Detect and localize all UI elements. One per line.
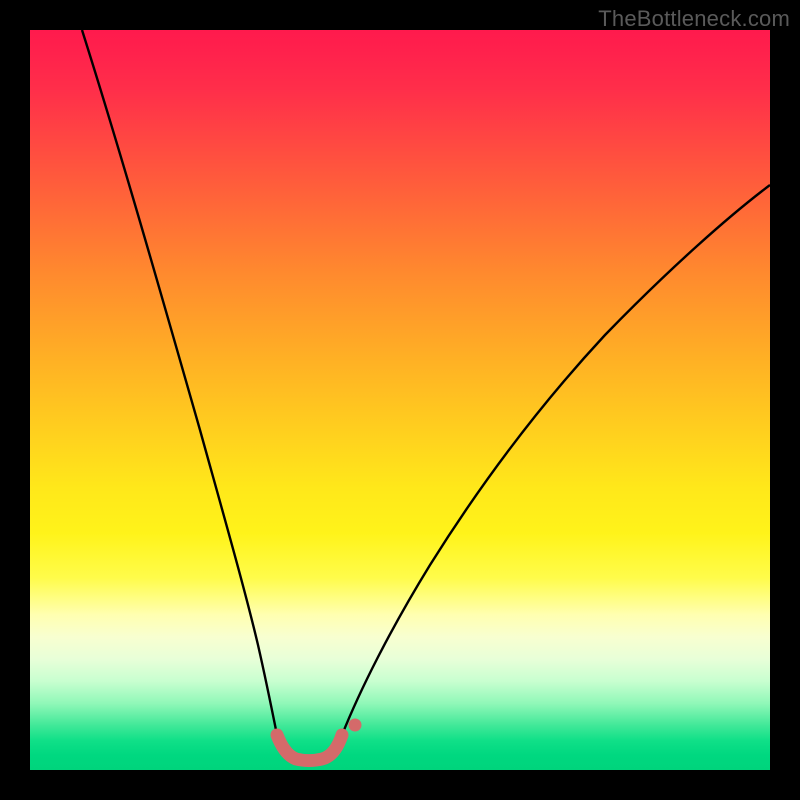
curve-right [342, 185, 770, 735]
watermark-text: TheBottleneck.com [598, 6, 790, 32]
chart-frame: TheBottleneck.com [0, 0, 800, 800]
plot-area [30, 30, 770, 770]
highlight-band [277, 735, 342, 761]
chart-svg [30, 30, 770, 770]
curve-left [82, 30, 277, 735]
highlight-dot [349, 719, 362, 732]
